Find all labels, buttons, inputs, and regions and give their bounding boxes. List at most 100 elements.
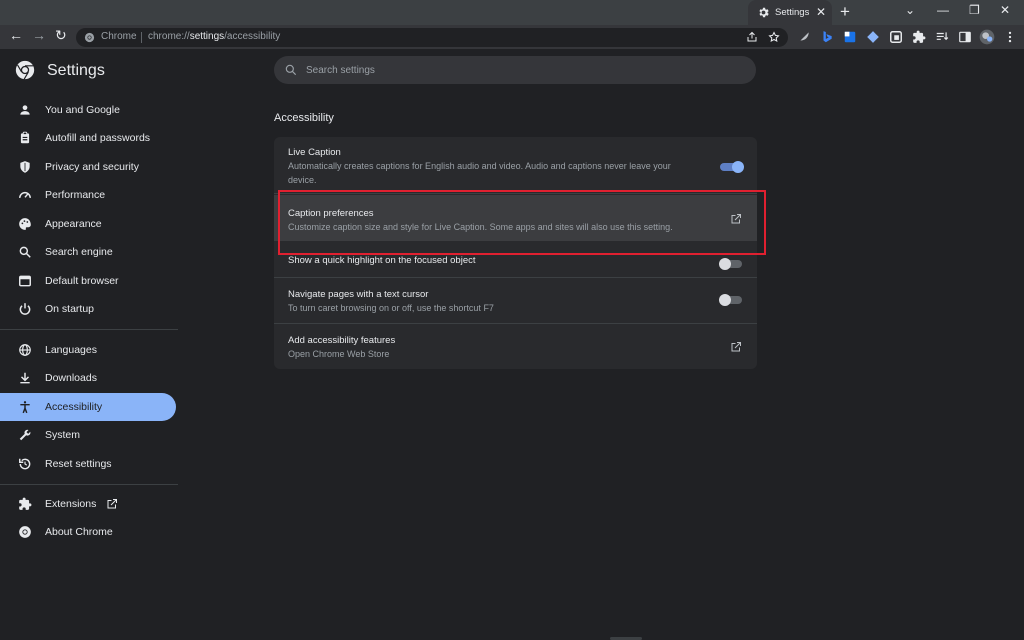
toggle-knob [732,161,744,173]
live-caption-row[interactable]: Live Caption Automatically creates capti… [274,137,757,193]
side-panel-icon[interactable] [958,30,972,44]
sidebar-divider [0,329,178,330]
menu-dots-icon[interactable] [1003,30,1017,44]
sidebar-item-search-engine[interactable]: Search engine [0,238,176,266]
sidebar-item-system[interactable]: System [0,421,176,449]
minimize-button[interactable]: — [937,3,949,17]
browser-toolbar: ← → ↻ Chrome chrome://settings/accessibi… [0,25,1024,49]
sidebar-item-appearance[interactable]: Appearance [0,210,176,238]
puzzle-icon[interactable] [912,30,926,44]
sidebar-item-about-chrome[interactable]: About Chrome [0,518,176,546]
search-settings-input[interactable]: Search settings [274,56,756,84]
sidebar-item-label: Appearance [45,218,102,230]
url-path: /accessibility [224,31,281,42]
globe-icon [19,344,31,356]
omnibox-site-label: Chrome [101,31,137,42]
caret-browsing-toggle[interactable] [719,294,742,306]
address-bar[interactable]: Chrome chrome://settings/accessibility [76,28,788,47]
sidebar-item-label: Search engine [45,246,113,258]
clipboard-icon [20,131,30,144]
sidebar-item-extensions[interactable]: Extensions [0,490,176,518]
sidebar-item-label: Extensions [45,498,97,510]
browser-icon [19,275,31,287]
search-icon [19,246,31,258]
diamond-extension-icon[interactable] [866,30,880,44]
focus-highlight-toggle[interactable] [719,258,742,270]
sidebar-item-label: Privacy and security [45,161,139,173]
add-accessibility-features-row[interactable]: Add accessibility features Open Chrome W… [274,324,757,369]
toggle-knob [719,258,731,270]
url-host: settings [189,31,225,42]
sidebar-item-label: Default browser [45,275,119,287]
sidebar-item-label: Reset settings [45,458,112,470]
sidebar-item-label: You and Google [45,104,120,116]
toggle-knob [719,294,731,306]
download-icon [20,372,30,384]
back-button[interactable]: ← [9,27,23,43]
new-tab-button[interactable]: + [840,2,850,22]
section-title: Accessibility [274,112,334,124]
sidebar-item-performance[interactable]: Performance [0,181,176,209]
omnibox-url: chrome://settings/accessibility [148,31,280,42]
share-icon[interactable] [746,31,758,43]
sidebar-item-label: Performance [45,189,106,201]
row-subtitle: To turn caret browsing on or off, use th… [288,303,494,313]
sidebar-item-accessibility[interactable]: Accessibility [0,393,176,421]
tab-title: Settings [775,7,810,18]
puzzle-icon [19,497,32,510]
sidebar-item-you-and-google[interactable]: You and Google [0,96,176,124]
maximize-button[interactable]: ❐ [969,3,980,17]
chrome-icon [84,32,95,43]
sidebar-item-label: About Chrome [45,526,113,538]
highlight-annotation-box [278,190,766,255]
sidebar-item-autofill[interactable]: Autofill and passwords [0,124,176,152]
external-link-icon [107,499,117,509]
pdf-extension-icon[interactable] [889,30,903,44]
row-subtitle: Open Chrome Web Store [288,349,390,359]
sidebar-divider [0,484,178,485]
row-title: Navigate pages with a text cursor [288,289,429,300]
chrome-logo-icon [15,60,35,80]
sidebar-item-label: System [45,429,81,441]
sidebar-item-privacy[interactable]: Privacy and security [0,153,176,181]
tab-settings[interactable]: Settings ✕ [748,0,832,25]
shield-icon [20,161,30,173]
palette-icon [19,218,31,230]
tab-close-icon[interactable]: ✕ [816,5,826,19]
sidebar-item-downloads[interactable]: Downloads [0,364,176,392]
external-link-icon[interactable] [730,341,742,353]
search-placeholder: Search settings [306,65,375,76]
row-subtitle: Automatically creates captions for Engli… [288,161,671,185]
bing-icon[interactable] [820,30,834,44]
wrench-icon [19,429,31,441]
bookmark-star-icon[interactable] [768,31,780,43]
sidebar-item-default-browser[interactable]: Default browser [0,267,176,295]
forward-button[interactable]: → [32,27,46,43]
power-icon [19,303,31,315]
live-caption-toggle[interactable] [720,161,744,173]
caret-browsing-row[interactable]: Navigate pages with a text cursor To tur… [274,278,757,323]
reading-list-icon[interactable] [935,30,949,44]
search-icon [285,64,297,76]
sidebar-item-reset[interactable]: Reset settings [0,450,176,478]
row-title: Show a quick highlight on the focused ob… [288,255,476,266]
reload-button[interactable]: ↻ [55,27,67,44]
sidebar-item-label: Accessibility [45,401,103,413]
blue-extension-icon[interactable] [843,30,857,44]
page-title: Settings [47,62,105,79]
sidebar-item-languages[interactable]: Languages [0,336,176,364]
close-window-button[interactable]: ✕ [1000,3,1010,17]
profile-avatar-icon[interactable] [979,29,995,45]
sidebar-item-label: On startup [45,303,95,315]
chrome-icon [19,526,31,538]
tab-search-chevron-icon[interactable]: ⌄ [905,3,915,17]
extension-feather-icon[interactable] [797,30,811,44]
sidebar-item-label: Downloads [45,372,97,384]
gear-icon [759,7,769,18]
title-bar: Settings ✕ + ⌄ — ❐ ✕ [0,0,1024,25]
sidebar-item-on-startup[interactable]: On startup [0,295,176,323]
accessibility-icon [20,401,30,414]
reset-icon [19,458,31,470]
sidebar-item-label: Autofill and passwords [45,132,151,144]
url-scheme: chrome:// [148,31,190,42]
